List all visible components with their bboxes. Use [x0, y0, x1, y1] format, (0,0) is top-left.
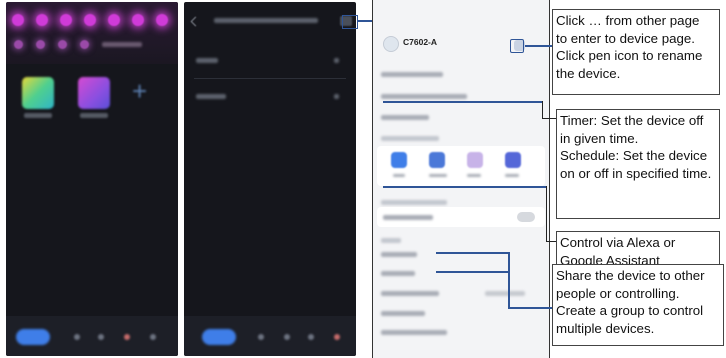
device-avatar	[383, 36, 399, 52]
phone-screen-device-control	[184, 2, 356, 356]
section-header-quick-settings	[381, 136, 439, 141]
section-header-offline	[381, 200, 447, 205]
phone-screen-home: +	[6, 2, 178, 356]
menu-item-2-chevron	[334, 94, 339, 99]
control-item-2-icon[interactable]	[258, 334, 264, 340]
settings-row-create-group[interactable]	[381, 271, 415, 276]
control-item-5-icon[interactable]	[334, 334, 340, 340]
settings-row-faq-value	[485, 291, 525, 296]
bottom-navigation-bar	[6, 316, 178, 356]
offline-notification-toggle[interactable]	[517, 212, 535, 222]
nav-item-2-icon[interactable]	[74, 334, 80, 340]
control-item-3-icon[interactable]	[284, 334, 290, 340]
settings-row-add-home-screen[interactable]	[381, 330, 447, 335]
note-rename-device: Click … from other page to enter to devi…	[552, 9, 720, 95]
power-toggle-button[interactable]	[202, 329, 236, 345]
nav-item-3-icon[interactable]	[98, 334, 104, 340]
bottom-control-bar	[184, 316, 356, 356]
settings-row-tap-to-run[interactable]	[381, 94, 467, 99]
highlight-pen-icon-box	[510, 39, 524, 53]
section-header-others	[381, 238, 401, 243]
settings-row-device-info[interactable]	[381, 72, 443, 77]
note-timer-schedule: Timer: Set the device off in given time.…	[556, 109, 720, 219]
phone-screen-device-settings: C7602-A	[372, 0, 550, 358]
offline-notification-row	[377, 207, 545, 227]
settings-row-smart-alerts[interactable]	[381, 115, 429, 120]
timer-icon[interactable]	[391, 152, 407, 168]
nav-item-5-icon[interactable]	[150, 334, 156, 340]
page-title-blurred	[214, 18, 318, 23]
nav-item-4-icon[interactable]	[124, 334, 130, 340]
highlight-more-options-box	[342, 15, 358, 29]
nav-home-button[interactable]	[16, 329, 50, 345]
device-tile-2[interactable]	[78, 77, 110, 109]
device-tile-2-label	[80, 113, 108, 118]
menu-item-1-chevron	[334, 58, 339, 63]
led-strip-banner-image	[6, 2, 178, 64]
add-device-icon[interactable]: +	[132, 78, 147, 104]
note-share-group: Share the device to other people or cont…	[552, 264, 724, 346]
control-item-4-icon[interactable]	[308, 334, 314, 340]
device-tile-1[interactable]	[22, 77, 54, 109]
schedule-icon[interactable]	[429, 152, 445, 168]
settings-row-firmware[interactable]	[381, 311, 425, 316]
settings-row-faq-feedback[interactable]	[381, 291, 439, 296]
alexa-icon[interactable]	[467, 152, 483, 168]
menu-item-2-blurred[interactable]	[196, 94, 226, 99]
quick-actions-card	[377, 146, 545, 186]
menu-item-1-blurred[interactable]	[196, 58, 218, 63]
device-tile-1-label	[24, 113, 52, 118]
settings-row-share-device[interactable]	[381, 252, 417, 257]
google-assistant-icon[interactable]	[505, 152, 521, 168]
device-name: C7602-A	[403, 37, 438, 47]
back-arrow-icon[interactable]	[190, 16, 201, 27]
